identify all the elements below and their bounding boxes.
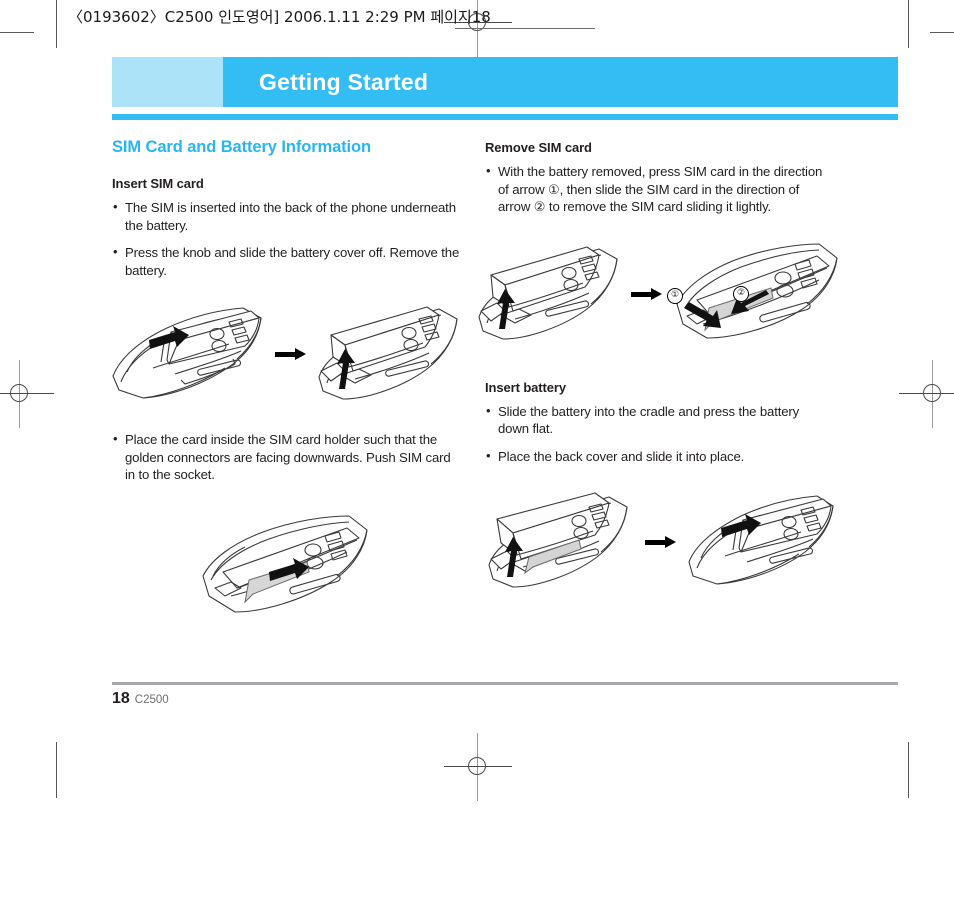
insert-sim-figure-row	[112, 301, 460, 407]
list-item: With the battery removed, press SIM card…	[485, 162, 833, 216]
bullet-list-remove-sim: With the battery removed, press SIM card…	[485, 162, 833, 216]
sim-card-socket-figure	[112, 510, 460, 626]
crop-mark-left-horizontal	[0, 32, 34, 33]
registration-mark-right	[899, 360, 954, 428]
registration-mark-left	[0, 360, 54, 428]
list-item: The SIM is inserted into the back of the…	[112, 198, 460, 234]
phone-sim-push-illustration	[197, 510, 375, 626]
right-column: Remove SIM card With the battery removed…	[478, 138, 838, 597]
chapter-banner-body: Getting Started	[223, 57, 898, 107]
section-title: SIM Card and Battery Information	[112, 138, 371, 156]
flow-arrow-icon	[645, 536, 679, 548]
crop-mark-right-horizontal	[930, 32, 954, 33]
list-item: Place the back cover and slide it into p…	[485, 447, 833, 466]
list-item: Press the knob and slide the battery cov…	[112, 243, 460, 279]
phone-battery-insert-illustration	[483, 487, 639, 597]
callout-number-1: ①	[667, 287, 683, 304]
phone-cover-slide-illustration	[685, 490, 835, 594]
callout-number-2: ②	[733, 285, 749, 302]
flow-arrow-icon	[631, 287, 665, 300]
page-content: Getting Started SIM Card and Battery Inf…	[112, 0, 898, 905]
insert-battery-figure-row	[483, 487, 835, 597]
list-item: Slide the battery into the cradle and pr…	[485, 402, 833, 438]
phone-sim-remove-illustration: ① ②	[667, 238, 843, 350]
page-number: 18	[112, 690, 130, 707]
crop-mark-top-left-vertical	[56, 0, 57, 48]
model-name: C2500	[134, 694, 169, 706]
chapter-banner-accent-block	[112, 57, 223, 107]
bullet-list-sim-socket: Place the card inside the SIM card holde…	[112, 430, 460, 484]
footer: 18 C2500	[112, 690, 169, 708]
remove-sim-figure-row: ① ②	[478, 238, 838, 350]
bullet-list-insert-sim: The SIM is inserted into the back of the…	[112, 198, 460, 279]
left-column: SIM Card and Battery Information Insert …	[112, 138, 460, 626]
phone-battery-lift-illustration	[475, 241, 625, 347]
subsection-heading-insert-sim: Insert SIM card	[112, 176, 204, 191]
phone-back-cover-arrow-illustration	[109, 302, 269, 406]
chapter-banner-underline	[112, 114, 898, 120]
list-item: Place the card inside the SIM card holde…	[112, 430, 460, 484]
flow-arrow-icon	[275, 348, 309, 360]
crop-mark-bottom-left-vertical	[56, 742, 57, 798]
subsection-heading-insert-battery: Insert battery	[485, 379, 566, 395]
crop-mark-bottom-right-vertical	[908, 742, 909, 798]
subsection-heading-remove-sim: Remove SIM card	[485, 140, 592, 155]
footer-rule	[112, 682, 898, 685]
page-title: Getting Started	[259, 68, 429, 95]
phone-battery-lift-illustration	[315, 301, 465, 407]
crop-mark-top-right-vertical	[908, 0, 909, 48]
chapter-banner: Getting Started	[112, 57, 898, 107]
bullet-list-insert-battery: Slide the battery into the cradle and pr…	[485, 402, 833, 466]
